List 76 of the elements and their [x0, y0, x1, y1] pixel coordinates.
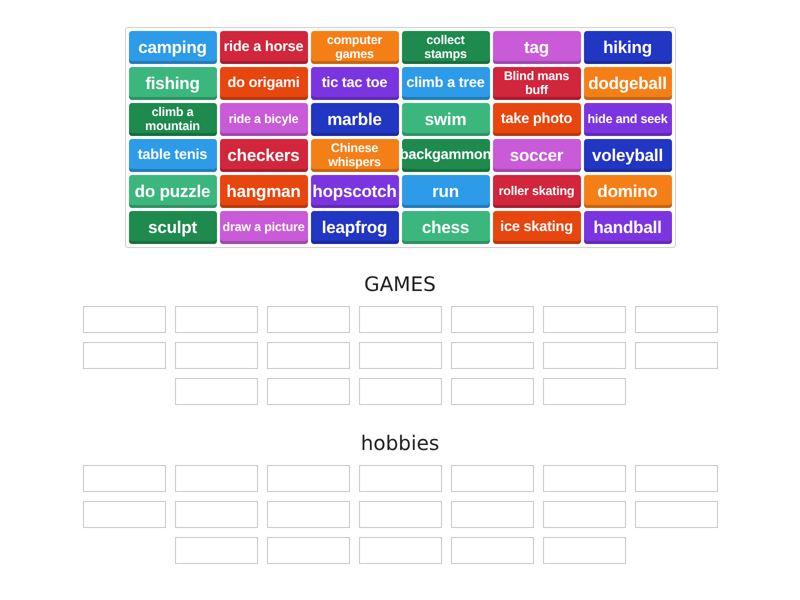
word-tile[interactable]: Chinese whispers [310, 139, 398, 172]
drop-slot[interactable] [634, 501, 718, 528]
word-tile[interactable]: sculpt [128, 211, 216, 244]
word-tile[interactable]: hiking [584, 31, 672, 64]
drop-slot[interactable] [266, 378, 350, 405]
word-tile[interactable]: tag [492, 31, 580, 64]
drop-slot[interactable] [450, 378, 534, 405]
drop-slot[interactable] [450, 342, 534, 369]
drop-slot[interactable] [266, 465, 350, 492]
word-tile[interactable]: computer games [310, 31, 398, 64]
drop-slot[interactable] [82, 465, 166, 492]
word-tile[interactable]: hangman [220, 175, 308, 208]
drop-slot[interactable] [174, 378, 258, 405]
word-tile[interactable]: fishing [128, 67, 216, 100]
drop-slot[interactable] [450, 465, 534, 492]
drop-slot[interactable] [358, 501, 442, 528]
word-tile[interactable]: do puzzle [128, 175, 216, 208]
drop-slot[interactable] [542, 501, 626, 528]
word-tile[interactable]: domino [584, 175, 672, 208]
word-tile[interactable]: do origami [220, 67, 308, 100]
drop-slot[interactable] [542, 306, 626, 333]
word-tile[interactable]: ride a horse [220, 31, 308, 64]
group-heading: hobbies [360, 431, 440, 455]
drop-slot[interactable] [358, 465, 442, 492]
drop-slot[interactable] [634, 342, 718, 369]
word-tile[interactable]: take photo [492, 103, 580, 136]
word-tile[interactable]: ride a bicyle [220, 103, 308, 136]
drop-slot[interactable] [82, 342, 166, 369]
drop-slot[interactable] [82, 501, 166, 528]
drop-slot[interactable] [174, 465, 258, 492]
drop-slot[interactable] [634, 306, 718, 333]
word-tile[interactable]: backgammon [402, 139, 490, 172]
word-tile[interactable]: camping [128, 31, 216, 64]
drop-slot[interactable] [542, 537, 626, 564]
word-tile[interactable]: chess [402, 211, 490, 244]
drop-slot[interactable] [174, 342, 258, 369]
word-tile[interactable]: roller skating [492, 175, 580, 208]
group-heading: GAMES [364, 272, 436, 296]
word-tile[interactable]: climb a tree [402, 67, 490, 100]
drop-slot[interactable] [450, 501, 534, 528]
word-tile[interactable]: handball [584, 211, 672, 244]
drop-slot[interactable] [450, 306, 534, 333]
drop-slot[interactable] [450, 537, 534, 564]
word-tile[interactable]: Blind mans buff [492, 67, 580, 100]
drop-slot[interactable] [82, 306, 166, 333]
drop-slot[interactable] [358, 378, 442, 405]
drop-slot[interactable] [358, 537, 442, 564]
word-tile[interactable]: run [402, 175, 490, 208]
drop-slot[interactable] [542, 342, 626, 369]
word-tile[interactable]: hide and seek [584, 103, 672, 136]
drop-slot[interactable] [358, 306, 442, 333]
drop-slot[interactable] [358, 342, 442, 369]
drop-slot[interactable] [266, 501, 350, 528]
drop-slot[interactable] [266, 342, 350, 369]
drop-slot[interactable] [174, 501, 258, 528]
word-tile[interactable]: checkers [220, 139, 308, 172]
drop-slot[interactable] [174, 306, 258, 333]
word-tile[interactable]: dodgeball [584, 67, 672, 100]
word-tile[interactable]: climb a mountain [128, 103, 216, 136]
drop-slot[interactable] [542, 465, 626, 492]
word-tile[interactable]: ice skating [492, 211, 580, 244]
drop-slot[interactable] [634, 465, 718, 492]
word-tile[interactable]: leapfrog [310, 211, 398, 244]
drop-slot[interactable] [266, 537, 350, 564]
word-tile[interactable]: table tenis [128, 139, 216, 172]
drop-slot[interactable] [174, 537, 258, 564]
drop-slot[interactable] [542, 378, 626, 405]
word-tile[interactable]: collect stamps [402, 31, 490, 64]
word-tile[interactable]: hopscotch [310, 175, 398, 208]
word-tile[interactable]: marble [310, 103, 398, 136]
drop-slot[interactable] [266, 306, 350, 333]
word-tile[interactable]: voleyball [584, 139, 672, 172]
word-tile[interactable]: draw a picture [220, 211, 308, 244]
word-tile[interactable]: tic tac toe [310, 67, 398, 100]
word-tile[interactable]: swim [402, 103, 490, 136]
word-tile[interactable]: soccer [492, 139, 580, 172]
